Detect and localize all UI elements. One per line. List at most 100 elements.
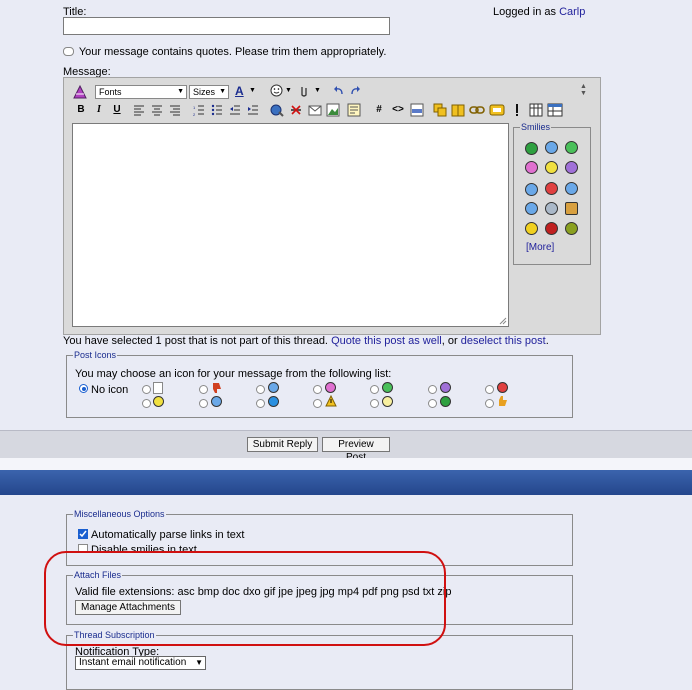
ticket-icon[interactable]: [489, 103, 505, 117]
insert-image-icon[interactable]: [326, 103, 340, 117]
outdent-icon[interactable]: [229, 104, 241, 116]
hash-button[interactable]: #: [371, 103, 387, 117]
post-icon-radio-8[interactable]: [142, 399, 151, 408]
remove-link-icon[interactable]: [289, 103, 303, 117]
svg-text:2: 2: [193, 112, 196, 116]
underline-button[interactable]: U: [109, 103, 125, 117]
attachment-icon[interactable]: ▼: [299, 84, 321, 100]
no-icon-label: No icon: [91, 384, 129, 396]
php-code-icon[interactable]: [410, 103, 424, 117]
chevron-down-icon: ▼: [195, 658, 203, 667]
message-editor: Fonts ▼ Sizes ▼ A ▼ ▼ ▼ ▲ ▼ B I U 12 # <…: [63, 77, 601, 335]
align-center-icon[interactable]: [151, 104, 163, 116]
document-icon: [153, 382, 163, 394]
frown-face-icon: [440, 382, 451, 393]
redo-icon[interactable]: [350, 85, 362, 97]
wink-face-icon: [268, 382, 279, 393]
logged-in-text: Logged in as Carlp: [493, 6, 585, 18]
title-input[interactable]: [63, 17, 390, 35]
post-icon-radio-14[interactable]: [485, 399, 494, 408]
post-icon-radio-13[interactable]: [428, 399, 437, 408]
post-icon-radio-7[interactable]: [485, 385, 494, 394]
insert-smilie-icon[interactable]: ▼: [270, 84, 292, 100]
unordered-list-icon[interactable]: [211, 104, 223, 116]
post-icon-radio-6[interactable]: [428, 385, 437, 394]
preview-post-button[interactable]: Preview Post: [322, 437, 390, 463]
smilie-green-icon[interactable]: [525, 142, 538, 155]
highlight-annotation: [44, 551, 446, 646]
post-icons-legend: Post Icons: [74, 350, 117, 360]
spacer: [0, 458, 692, 470]
smilie-confused-icon[interactable]: [525, 183, 538, 196]
post-icon-radio-3[interactable]: [256, 385, 265, 394]
smilie-devil-icon[interactable]: [545, 222, 558, 235]
smile-face-icon: [153, 396, 164, 407]
exclamation-icon[interactable]: [514, 103, 520, 117]
smilie-wink-icon[interactable]: [545, 141, 558, 154]
more-smilies-link[interactable]: [More]: [526, 242, 554, 253]
indent-icon[interactable]: [247, 104, 259, 116]
smilie-frown-icon[interactable]: [565, 161, 578, 174]
thumbs-down-icon: [211, 382, 222, 394]
no-icon-radio[interactable]: [79, 384, 88, 393]
bold-button[interactable]: B: [73, 103, 89, 117]
table-columns-icon[interactable]: [529, 103, 543, 117]
insert-link-icon[interactable]: [270, 103, 284, 117]
smilies-legend: Smilies: [521, 122, 551, 132]
post-icon-radio-1[interactable]: [142, 385, 151, 394]
reply-form-area: Title: Logged in as Carlp Your message c…: [0, 0, 692, 430]
smilie-grin-icon[interactable]: [565, 141, 578, 154]
username-link[interactable]: Carlp: [559, 6, 585, 18]
font-select[interactable]: Fonts ▼: [95, 85, 187, 99]
smilie-mad-icon[interactable]: [545, 182, 558, 195]
smilie-eek-icon[interactable]: [545, 202, 558, 215]
insert-email-icon[interactable]: [308, 103, 322, 117]
logged-in-prefix: Logged in as: [493, 6, 556, 18]
post-icon-radio-4[interactable]: [313, 385, 322, 394]
book-icon[interactable]: [451, 103, 465, 117]
smilie-rolleyes-icon[interactable]: [525, 222, 538, 235]
misc-options-legend: Miscellaneous Options: [74, 509, 165, 519]
parse-links-checkbox[interactable]: [78, 529, 88, 539]
chain-link-icon[interactable]: [469, 103, 485, 117]
align-left-icon[interactable]: [133, 104, 145, 116]
arrow-right-icon: [440, 396, 451, 407]
submit-reply-button[interactable]: Submit Reply: [247, 437, 318, 452]
copy-icon[interactable]: [433, 103, 447, 117]
smilie-gear-icon[interactable]: [565, 222, 578, 235]
post-icon-radio-12[interactable]: [370, 399, 379, 408]
grin-face-icon: [382, 382, 393, 393]
message-textarea[interactable]: [72, 123, 509, 327]
insert-quote-icon[interactable]: [347, 103, 361, 117]
code-button[interactable]: <>: [389, 103, 407, 117]
notification-type-select[interactable]: Instant email notification ▼: [75, 656, 206, 670]
or-text: , or: [441, 335, 458, 347]
svg-text:1: 1: [193, 105, 196, 110]
section-header-band: [0, 470, 692, 495]
post-icon-radio-11[interactable]: [313, 399, 322, 408]
post-icon-radio-10[interactable]: [256, 399, 265, 408]
speech-bubble-icon: [63, 47, 74, 56]
smilie-cool-icon[interactable]: [565, 182, 578, 195]
cool-face-icon: [211, 396, 222, 407]
text-color-icon[interactable]: A ▼: [235, 84, 257, 100]
question-icon: [268, 396, 279, 407]
smilie-smile-icon[interactable]: [545, 161, 558, 174]
deselect-post-link[interactable]: deselect this post: [461, 335, 546, 347]
table-icon[interactable]: [547, 103, 563, 117]
smilie-hammer-icon[interactable]: [565, 202, 578, 215]
post-icon-radio-5[interactable]: [370, 385, 379, 394]
undo-icon[interactable]: [332, 85, 344, 97]
switch-mode-icon[interactable]: [73, 84, 87, 99]
smilie-tongue-icon[interactable]: [525, 161, 538, 174]
align-right-icon[interactable]: [169, 104, 181, 116]
post-icon-radio-9[interactable]: [199, 399, 208, 408]
post-icon-radio-2[interactable]: [199, 385, 208, 394]
size-select[interactable]: Sizes ▼: [189, 85, 229, 99]
resize-toggle-icon[interactable]: ▲ ▼: [580, 83, 588, 99]
period-text: .: [545, 335, 549, 347]
smilie-sunglasses-icon[interactable]: [525, 202, 538, 215]
ordered-list-icon[interactable]: 12: [193, 104, 205, 117]
italic-button[interactable]: I: [91, 103, 107, 117]
quote-post-link[interactable]: Quote this post as well: [331, 335, 442, 347]
